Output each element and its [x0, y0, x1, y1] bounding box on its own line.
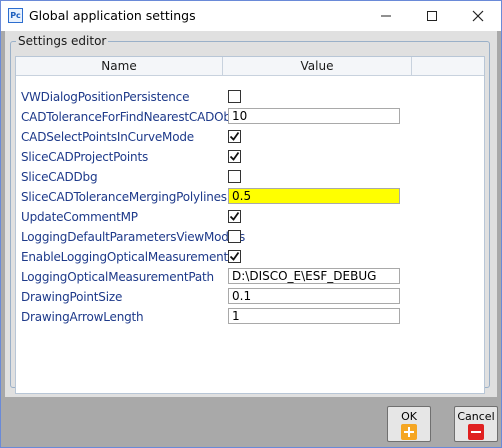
column-header-value[interactable]: Value	[223, 57, 411, 75]
ok-button-label: OK	[401, 410, 417, 423]
settings-row[interactable]: CADSelectPointsInCurveMode	[16, 127, 484, 147]
settings-row[interactable]: SliceCADDbg	[16, 167, 484, 187]
minimize-icon	[381, 15, 391, 17]
settings-row[interactable]: SliceCADToleranceMergingPolylines 0.5	[16, 187, 484, 207]
checkmark-icon	[229, 131, 240, 141]
close-button[interactable]	[455, 1, 501, 31]
setting-value-input[interactable]: 0.1	[228, 288, 400, 304]
dialog-footer: OK Cancel	[1, 397, 501, 447]
cancel-button[interactable]: Cancel	[454, 406, 498, 442]
settings-row[interactable]: LoggingOpticalMeasurementPath D:\DISCO_E\…	[16, 267, 484, 287]
grid-header: Name Value	[16, 57, 484, 76]
maximize-icon	[427, 11, 437, 21]
setting-name: VWDialogPositionPersistence	[21, 90, 190, 104]
setting-name: UpdateCommentMP	[21, 210, 138, 224]
settings-row[interactable]: SliceCADProjectPoints	[16, 147, 484, 167]
setting-name: SliceCADProjectPoints	[21, 150, 148, 164]
plus-icon	[401, 424, 417, 440]
setting-checkbox[interactable]	[228, 230, 241, 243]
settings-grid: Name Value VWDialogPositionPersistence CA…	[15, 56, 485, 394]
setting-checkbox[interactable]	[228, 150, 241, 163]
settings-row[interactable]: DrawingArrowLength 1	[16, 307, 484, 327]
setting-value-input[interactable]: D:\DISCO_E\ESF_DEBUG	[228, 268, 400, 284]
setting-name: SliceCADToleranceMergingPolylines	[21, 190, 227, 204]
app-icon: Pc	[8, 8, 23, 23]
setting-name: CADSelectPointsInCurveMode	[21, 130, 194, 144]
setting-value-input[interactable]: 10	[228, 108, 400, 124]
setting-name: DrawingArrowLength	[21, 310, 144, 324]
column-divider[interactable]	[411, 57, 412, 75]
setting-name: CADToleranceForFindNearestCADObject	[21, 110, 253, 124]
ok-button[interactable]: OK	[387, 406, 431, 442]
checkmark-icon	[229, 251, 240, 261]
settings-editor-group: Settings editor Name Value VWDialogPosit…	[10, 34, 490, 394]
maximize-button[interactable]	[409, 1, 455, 31]
title-bar[interactable]: Pc Global application settings	[1, 1, 501, 31]
settings-row[interactable]: LoggingDefaultParametersViewModels	[16, 227, 484, 247]
setting-name: SliceCADDbg	[21, 170, 98, 184]
column-header-name[interactable]: Name	[16, 57, 222, 75]
settings-window: Pc Global application settings Settings …	[0, 0, 502, 448]
setting-name: DrawingPointSize	[21, 290, 123, 304]
setting-name: EnableLoggingOpticalMeasurement	[21, 250, 229, 264]
settings-row[interactable]: VWDialogPositionPersistence	[16, 87, 484, 107]
close-icon	[472, 10, 484, 22]
checkmark-icon	[229, 151, 240, 161]
setting-checkbox[interactable]	[228, 210, 241, 223]
settings-row[interactable]: DrawingPointSize 0.1	[16, 287, 484, 307]
settings-row[interactable]: EnableLoggingOpticalMeasurement	[16, 247, 484, 267]
minus-icon	[468, 424, 484, 440]
window-title: Global application settings	[29, 8, 196, 23]
setting-checkbox[interactable]	[228, 250, 241, 263]
checkmark-icon	[229, 211, 240, 221]
settings-editor-legend: Settings editor	[18, 34, 107, 48]
cancel-button-label: Cancel	[457, 410, 495, 423]
setting-checkbox[interactable]	[228, 130, 241, 143]
minimize-button[interactable]	[363, 1, 409, 31]
setting-value-input[interactable]: 1	[228, 308, 400, 324]
setting-name: LoggingDefaultParametersViewModels	[21, 230, 246, 244]
setting-checkbox[interactable]	[228, 170, 241, 183]
setting-value-input[interactable]: 0.5	[228, 188, 400, 204]
setting-checkbox[interactable]	[228, 90, 241, 103]
dialog-content: Settings editor Name Value VWDialogPosit…	[5, 31, 497, 397]
settings-row[interactable]: UpdateCommentMP	[16, 207, 484, 227]
setting-name: LoggingOpticalMeasurementPath	[21, 270, 214, 284]
settings-row[interactable]: CADToleranceForFindNearestCADObject 10	[16, 107, 484, 127]
